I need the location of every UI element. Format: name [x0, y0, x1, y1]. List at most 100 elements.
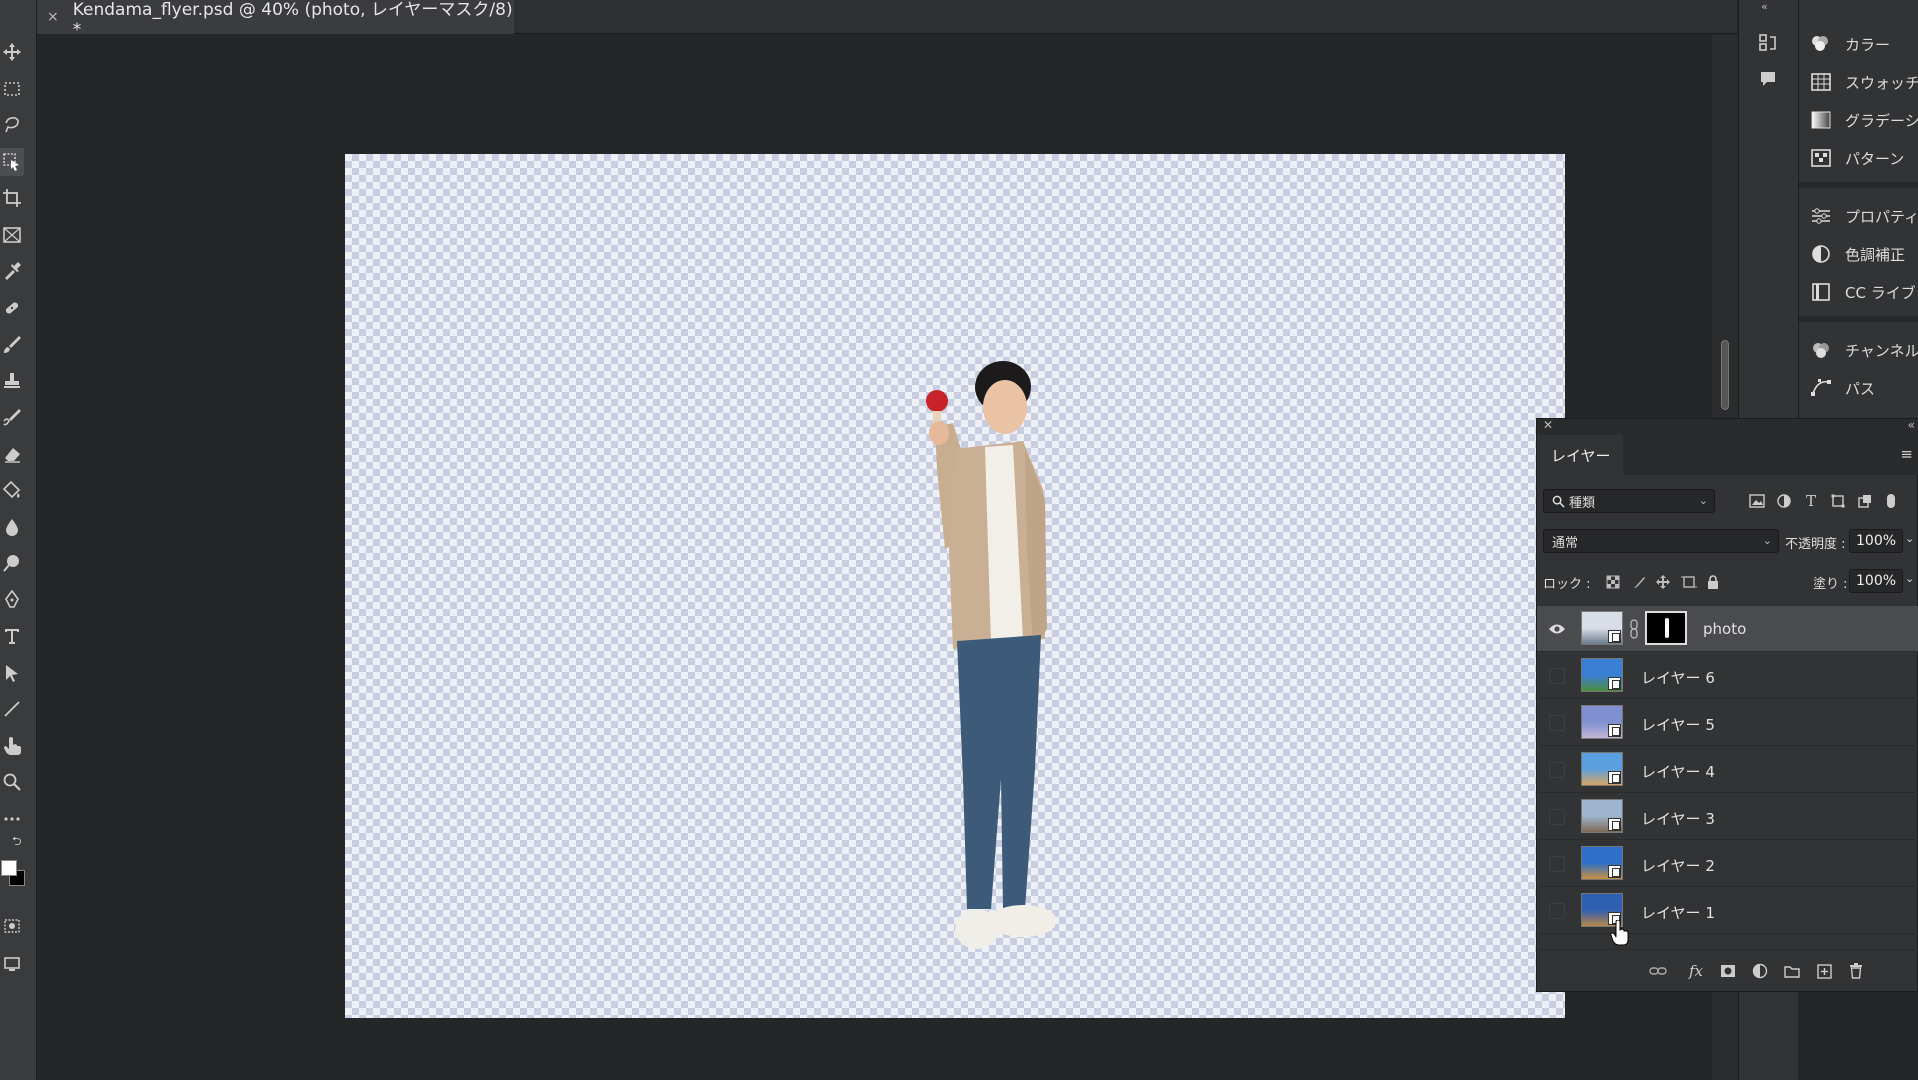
visibility-toggle-empty[interactable]: [1547, 854, 1567, 874]
close-panel-icon[interactable]: ✕: [1543, 418, 1553, 432]
type-tool-icon[interactable]: [0, 622, 24, 650]
panel-item-properties[interactable]: プロパティ: [1799, 198, 1918, 234]
add-mask-icon[interactable]: [1717, 960, 1739, 982]
document-canvas[interactable]: [345, 154, 1565, 1018]
eyedropper-tool-icon[interactable]: [0, 257, 24, 285]
zoom-tool-icon[interactable]: [0, 768, 24, 796]
panel-item-adjustments[interactable]: 色調補正: [1799, 236, 1918, 272]
crop-tool-icon[interactable]: [0, 184, 24, 212]
screen-mode-icon[interactable]: [0, 950, 24, 978]
panel-group-separator: [1799, 316, 1918, 322]
lock-all-icon[interactable]: [1703, 572, 1723, 592]
filter-pixel-icon[interactable]: [1747, 491, 1767, 511]
comments-panel-icon[interactable]: [1753, 64, 1783, 94]
eraser-tool-icon[interactable]: [0, 440, 24, 468]
canvas-workspace[interactable]: [37, 35, 1712, 1080]
opacity-input[interactable]: 100%: [1849, 529, 1903, 553]
history-brush-icon[interactable]: [0, 403, 24, 431]
layer-row[interactable]: レイヤー 5: [1537, 700, 1918, 746]
chevron-down-icon[interactable]: ⌄: [1905, 532, 1914, 545]
layer-thumbnail[interactable]: [1581, 799, 1623, 833]
panel-item-label: チャンネル: [1845, 341, 1918, 360]
healing-brush-icon[interactable]: [0, 294, 24, 322]
smart-object-badge-icon: [1608, 771, 1621, 784]
link-layers-icon[interactable]: [1647, 960, 1669, 982]
move-tool-icon[interactable]: [0, 38, 24, 66]
filter-type-icon[interactable]: T: [1801, 491, 1821, 511]
blur-tool-icon[interactable]: [0, 513, 24, 541]
filter-shape-icon[interactable]: [1828, 491, 1848, 511]
layer-row[interactable]: レイヤー 1: [1537, 888, 1918, 934]
visibility-toggle-empty[interactable]: [1547, 807, 1567, 827]
hand-tool-icon[interactable]: [0, 732, 24, 760]
object-select-tool-icon[interactable]: [0, 147, 24, 176]
new-group-icon[interactable]: [1781, 960, 1803, 982]
filter-adjustment-icon[interactable]: [1774, 491, 1794, 511]
layer-row[interactable]: レイヤー 4: [1537, 747, 1918, 793]
new-layer-icon[interactable]: [1813, 960, 1835, 982]
layer-row[interactable]: レイヤー 2: [1537, 841, 1918, 887]
fill-input[interactable]: 100%: [1849, 569, 1903, 593]
visibility-toggle-empty[interactable]: [1547, 666, 1567, 686]
layer-thumbnail[interactable]: [1581, 846, 1623, 880]
swap-colors-icon[interactable]: ⮌: [12, 832, 22, 853]
layer-thumbnail[interactable]: [1581, 705, 1623, 739]
lock-image-pixels-icon[interactable]: [1629, 572, 1649, 592]
paint-bucket-icon[interactable]: [0, 476, 24, 504]
lock-artboard-icon[interactable]: [1679, 572, 1699, 592]
panel-item-color[interactable]: カラー: [1799, 26, 1918, 62]
layer-row[interactable]: レイヤー 3: [1537, 794, 1918, 840]
eye-visibility-icon[interactable]: [1547, 619, 1567, 639]
frame-tool-icon[interactable]: [0, 221, 24, 249]
pen-tool-icon[interactable]: [0, 586, 24, 614]
layer-thumbnail[interactable]: [1581, 752, 1623, 786]
layer-name: レイヤー 4: [1641, 763, 1715, 781]
more-tools-icon[interactable]: [0, 805, 24, 833]
close-tab-icon[interactable]: ×: [47, 9, 59, 25]
collapse-panel-icon[interactable]: «: [1908, 418, 1915, 432]
layer-style-fx-icon[interactable]: fx: [1685, 960, 1707, 982]
mask-link-icon[interactable]: [1628, 619, 1640, 639]
path-select-icon[interactable]: [0, 659, 24, 687]
panel-item-pattern[interactable]: パターン: [1799, 140, 1918, 176]
tab-layers[interactable]: レイヤー: [1537, 435, 1623, 475]
layer-mask-thumbnail[interactable]: [1645, 611, 1687, 645]
panel-item-paths[interactable]: パス: [1799, 370, 1918, 406]
channels-icon: [1809, 338, 1833, 362]
panel-menu-icon[interactable]: ≡: [1900, 445, 1913, 463]
layer-thumbnail[interactable]: [1581, 658, 1623, 692]
foreground-color-swatch[interactable]: [1, 860, 17, 876]
blend-mode-select[interactable]: 通常 ⌄: [1543, 529, 1779, 553]
filter-toggle-icon[interactable]: [1881, 491, 1901, 511]
visibility-toggle-empty[interactable]: [1547, 713, 1567, 733]
visibility-toggle-empty[interactable]: [1547, 760, 1567, 780]
layer-row[interactable]: レイヤー 6: [1537, 653, 1918, 699]
chevron-down-icon[interactable]: ⌄: [1905, 572, 1914, 585]
panel-item-swatches[interactable]: スウォッチ: [1799, 64, 1918, 100]
panel-item-gradient[interactable]: グラデーション: [1799, 102, 1918, 138]
clone-stamp-icon[interactable]: [0, 367, 24, 395]
lock-transparent-pixels-icon[interactable]: [1603, 572, 1623, 592]
line-tool-icon[interactable]: [0, 695, 24, 723]
visibility-toggle-empty[interactable]: [1547, 901, 1567, 921]
document-tab[interactable]: × Kendama_flyer.psd @ 40% (photo, レイヤーマス…: [37, 0, 514, 40]
scrollbar-thumb[interactable]: [1721, 340, 1729, 410]
lasso-tool-icon[interactable]: [0, 111, 24, 139]
dock-collapse-icon[interactable]: «: [1761, 0, 1768, 13]
fill-label: 塗り :: [1813, 577, 1848, 592]
panel-item-cc-libraries[interactable]: CC ライブラリ: [1799, 274, 1918, 310]
brush-tool-icon[interactable]: [0, 330, 24, 358]
history-panel-icon[interactable]: [1753, 28, 1783, 58]
layer-filter-select[interactable]: 種類 ⌄: [1543, 489, 1715, 513]
filter-smart-object-icon[interactable]: [1855, 491, 1875, 511]
dodge-tool-icon[interactable]: [0, 549, 24, 577]
marquee-tool-icon[interactable]: [0, 75, 24, 103]
delete-layer-icon[interactable]: [1845, 960, 1867, 982]
layer-thumbnail[interactable]: [1581, 611, 1623, 645]
layers-tab-label: レイヤー: [1551, 446, 1611, 465]
quick-mask-icon[interactable]: [0, 912, 24, 940]
layer-row[interactable]: photo: [1537, 606, 1918, 652]
lock-position-icon[interactable]: [1653, 572, 1673, 592]
new-adjustment-layer-icon[interactable]: [1749, 960, 1771, 982]
panel-item-channels[interactable]: チャンネル: [1799, 332, 1918, 368]
